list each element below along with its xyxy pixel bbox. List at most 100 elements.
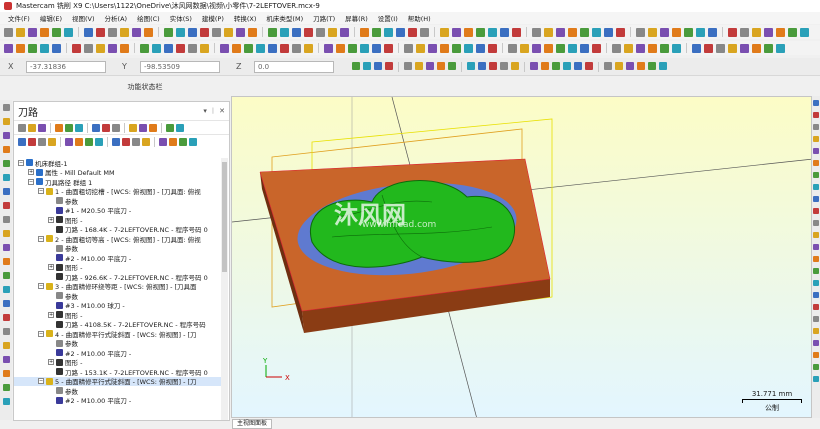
toolbar-button-icon[interactable]	[348, 43, 357, 53]
toolbar-button-icon[interactable]	[813, 232, 819, 238]
toolbar-button-icon[interactable]	[637, 61, 645, 70]
toolbar-button-icon[interactable]	[813, 208, 819, 214]
toolbar-button-icon[interactable]	[4, 43, 13, 53]
toolbar-button-icon[interactable]	[189, 137, 197, 146]
toolbar-button-icon[interactable]	[813, 148, 819, 154]
toolbar-button-icon[interactable]	[352, 61, 360, 70]
toolbar-button-icon[interactable]	[452, 43, 461, 53]
toolbar-button-icon[interactable]	[672, 27, 681, 37]
toolbar-button-icon[interactable]	[648, 43, 657, 53]
toolbar-button-icon[interactable]	[2, 160, 10, 167]
toolbar-button-icon[interactable]	[467, 61, 475, 70]
toolbar-button-icon[interactable]	[84, 27, 93, 37]
toolbar-button-icon[interactable]	[75, 137, 83, 146]
tree-node[interactable]: − 2 - 曲面粗切等高 - [WCS: 俯视图] - [刀具面: 俯视	[14, 234, 221, 244]
tree-node[interactable]: − 1 - 曲面粗切挖槽 - [WCS: 俯视图] - [刀具面: 俯视	[14, 187, 221, 196]
tree-node[interactable]: + 图形 -	[14, 263, 221, 272]
toolbar-button-icon[interactable]	[120, 43, 129, 53]
toolbar-button-icon[interactable]	[636, 43, 645, 53]
toolbar-button-icon[interactable]	[176, 43, 185, 53]
toolbar-button-icon[interactable]	[2, 370, 10, 377]
toolbar-button-icon[interactable]	[108, 27, 117, 37]
tree-node[interactable]: 刀路 - 4108.5K - 7-2LEFTOVER.NC - 程序号码	[14, 320, 221, 329]
toolbar-button-icon[interactable]	[532, 27, 541, 37]
toolbar-button-icon[interactable]	[2, 174, 10, 181]
toolbar-button-icon[interactable]	[52, 27, 61, 37]
toolbar-button-icon[interactable]	[2, 300, 10, 307]
toolbar-button-icon[interactable]	[788, 27, 797, 37]
toolbar-button-icon[interactable]	[95, 137, 103, 146]
toolbar-button-icon[interactable]	[280, 27, 289, 37]
toolbar-button-icon[interactable]	[813, 340, 819, 346]
expand-toggle-icon[interactable]: +	[48, 359, 54, 366]
toolbar-button-icon[interactable]	[28, 43, 37, 53]
toolbar-button-icon[interactable]	[129, 123, 137, 132]
menu-item[interactable]: 分析(A)	[105, 13, 128, 23]
expand-toggle-icon[interactable]: −	[38, 235, 44, 242]
toolbar-button-icon[interactable]	[142, 137, 150, 146]
toolbar-button-icon[interactable]	[65, 123, 73, 132]
toolbar-button-icon[interactable]	[108, 43, 117, 53]
toolbar-button-icon[interactable]	[85, 137, 93, 146]
toolbar-button-icon[interactable]	[408, 27, 417, 37]
toolbar-button-icon[interactable]	[224, 27, 233, 37]
toolbar-button-icon[interactable]	[40, 43, 49, 53]
toolbar-button-icon[interactable]	[144, 27, 153, 37]
toolbar-button-icon[interactable]	[616, 27, 625, 37]
toolbar-button-icon[interactable]	[489, 61, 497, 70]
toolbar-button-icon[interactable]	[169, 137, 177, 146]
graphics-viewport[interactable]: Y X	[231, 96, 812, 418]
toolbar-button-icon[interactable]	[292, 27, 301, 37]
toolbar-button-icon[interactable]	[813, 112, 819, 118]
toolbar-button-icon[interactable]	[304, 43, 313, 53]
toolbar-button-icon[interactable]	[556, 27, 565, 37]
toolbar-button-icon[interactable]	[813, 376, 819, 382]
scrollbar-thumb[interactable]	[222, 162, 227, 272]
toolbar-button-icon[interactable]	[374, 61, 382, 70]
toolbar-button-icon[interactable]	[437, 61, 445, 70]
tree-node[interactable]: #1 - M20.50 平底刀 -	[14, 206, 221, 215]
tree-node[interactable]: #2 - M10.00 平底刀 -	[14, 253, 221, 263]
toolbar-button-icon[interactable]	[813, 352, 819, 358]
viewsheet-tab[interactable]: 主视图面板	[232, 419, 273, 429]
toolbar-button-icon[interactable]	[476, 27, 485, 37]
toolbar-button-icon[interactable]	[139, 123, 147, 132]
toolbar-button-icon[interactable]	[92, 123, 100, 132]
menu-item[interactable]: 实体(S)	[170, 13, 192, 23]
toolbar-button-icon[interactable]	[328, 27, 337, 37]
toolbar-button-icon[interactable]	[28, 137, 36, 146]
toolbar-button-icon[interactable]	[520, 43, 529, 53]
tree-node[interactable]: 参数	[14, 386, 221, 396]
toolbar-button-icon[interactable]	[212, 27, 221, 37]
menu-item[interactable]: 帮助(H)	[408, 13, 431, 23]
toolbar-button-icon[interactable]	[464, 27, 473, 37]
toolbar-button-icon[interactable]	[200, 27, 209, 37]
toolbar-button-icon[interactable]	[179, 137, 187, 146]
toolbar-button-icon[interactable]	[500, 61, 508, 70]
toolbar-button-icon[interactable]	[248, 27, 257, 37]
toolbar-button-icon[interactable]	[752, 43, 761, 53]
toolbar-button-icon[interactable]	[152, 43, 161, 53]
tree-node[interactable]: 参数	[14, 339, 221, 348]
close-icon[interactable]: ✕	[219, 107, 225, 115]
toolbar-button-icon[interactable]	[660, 27, 669, 37]
toolbar-button-icon[interactable]	[813, 160, 819, 166]
tree-node[interactable]: #2 - M10.00 平底刀 -	[14, 396, 221, 405]
tree-node[interactable]: − 3 - 曲面精修环绕等距 - [WCS: 俯视图] - [刀具面	[14, 282, 221, 291]
toolbar-button-icon[interactable]	[2, 132, 10, 139]
toolbar-button-icon[interactable]	[415, 61, 423, 70]
toolbar-button-icon[interactable]	[740, 43, 749, 53]
toolbar-button-icon[interactable]	[612, 43, 621, 53]
toolbar-button-icon[interactable]	[48, 137, 56, 146]
toolbar-button-icon[interactable]	[176, 123, 184, 132]
menu-item[interactable]: 编辑(E)	[40, 13, 62, 23]
toolbar-button-icon[interactable]	[692, 43, 701, 53]
toolbar-button-icon[interactable]	[500, 27, 509, 37]
toolbar-button-icon[interactable]	[132, 137, 140, 146]
toolbar-button-icon[interactable]	[96, 43, 105, 53]
toolbar-button-icon[interactable]	[40, 27, 49, 37]
toolbar-button-icon[interactable]	[580, 43, 589, 53]
toolbar-button-icon[interactable]	[574, 61, 582, 70]
toolbar-button-icon[interactable]	[75, 123, 83, 132]
toolbar-button-icon[interactable]	[18, 123, 26, 132]
